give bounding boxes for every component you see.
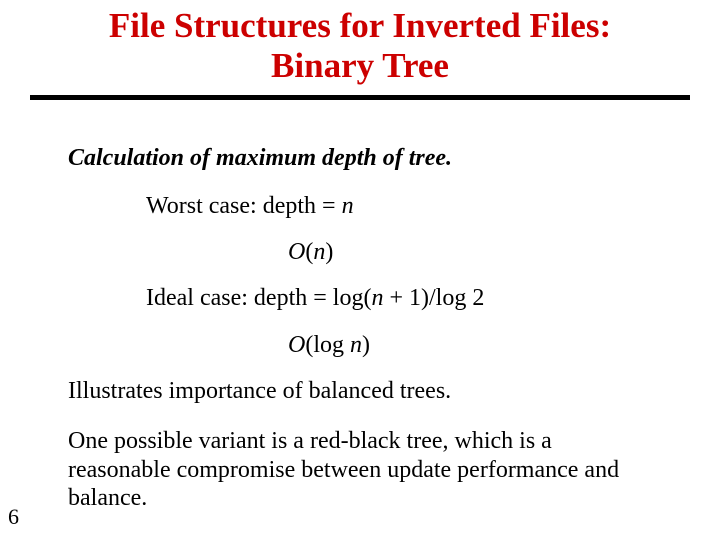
bigO-var: n <box>313 239 325 265</box>
slide-title: File Structures for Inverted Files: Bina… <box>0 0 720 87</box>
bigO-close: ) <box>362 332 370 358</box>
worst-case-var: n <box>342 193 354 219</box>
slide-body: Calculation of maximum depth of tree. Wo… <box>0 100 720 513</box>
page-number: 6 <box>8 504 19 530</box>
worst-case-line: Worst case: depth = n <box>146 192 660 220</box>
paragraph-balanced: Illustrates importance of balanced trees… <box>68 377 660 405</box>
ideal-case-bigO: O(log n) <box>288 331 660 359</box>
bigO-open: (log <box>305 332 350 358</box>
ideal-case-line: Ideal case: depth = log(n + 1)/log 2 <box>146 284 660 312</box>
bigO-symbol: O <box>288 239 305 265</box>
ideal-case-label: Ideal case: depth = log( <box>146 285 371 311</box>
ideal-case-var: n <box>371 285 383 311</box>
title-line-1: File Structures for Inverted Files: <box>109 6 611 45</box>
title-line-2: Binary Tree <box>271 46 449 85</box>
worst-case-bigO: O(n) <box>288 238 660 266</box>
subheading: Calculation of maximum depth of tree. <box>68 144 660 172</box>
paragraph-red-black: One possible variant is a red-black tree… <box>68 427 660 512</box>
worst-case-label: Worst case: depth = <box>146 193 342 219</box>
ideal-case-tail: + 1)/log 2 <box>383 285 484 311</box>
bigO-symbol: O <box>288 332 305 358</box>
slide: File Structures for Inverted Files: Bina… <box>0 0 720 540</box>
bigO-var: n <box>350 332 362 358</box>
bigO-close: ) <box>325 239 333 265</box>
